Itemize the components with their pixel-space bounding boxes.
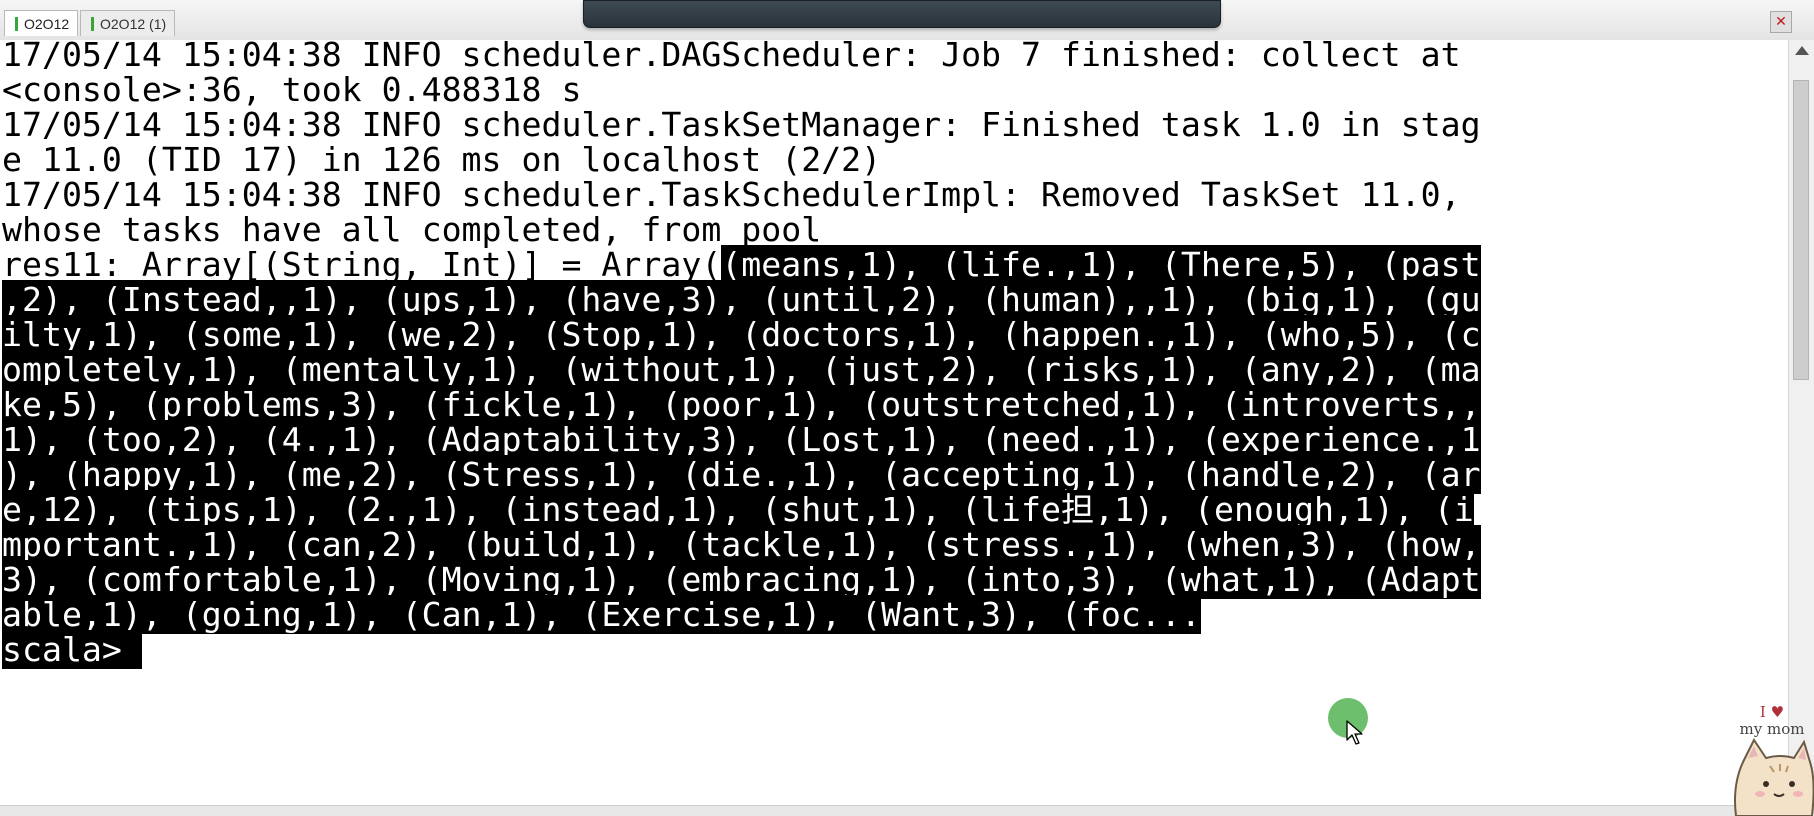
selected-text: (means,1), (life.,1), (There,5), (past (721, 245, 1481, 284)
tab-o2o12[interactable]: O2O12 (4, 10, 79, 36)
selected-text: ,2), (Instead,,1), (ups,1), (have,3), (u… (2, 280, 1481, 319)
terminal-line: <console>:36, took 0.488318 s (2, 71, 581, 109)
selected-text: mportant.,1), (can,2), (build,1), (tackl… (2, 525, 1481, 564)
line-text: 17/05/14 15:04:38 INFO scheduler.TaskSet… (2, 105, 1481, 144)
result-prefix: res11: Array[(String, Int)] = Array( (2, 245, 722, 284)
terminal-line: e 11.0 (TID 17) in 126 ms on localhost (… (2, 141, 881, 179)
terminal-line: res11: Array[(String, Int)] = Array((mea… (2, 245, 1481, 284)
terminal-window: O2O12 O2O12 (1) ✕ 17/05/14 15:04:38 INFO… (0, 0, 1814, 816)
line-text: 17/05/14 15:04:38 INFO scheduler.DAGSche… (2, 40, 1461, 74)
terminal-line: ompletely,1), (mentally,1), (without,1),… (2, 350, 1481, 389)
tab-label: O2O12 (1) (100, 15, 167, 32)
selected-text: ), (happy,1), (me,2), (Stress,1), (die.,… (2, 455, 1481, 494)
selected-text: ompletely,1), (mentally,1), (without,1),… (2, 350, 1481, 389)
mouse-pointer-icon (1346, 720, 1363, 745)
selected-text: ke,5), (problems,3), (fickle,1), (poor,1… (2, 385, 1481, 424)
terminal-line: 17/05/14 15:04:38 INFO scheduler.DAGSche… (2, 40, 1461, 74)
tab-marker (91, 16, 94, 31)
scroll-thumb[interactable] (1793, 80, 1809, 380)
terminal-line: whose tasks have all completed, from poo… (2, 211, 821, 249)
line-text: 17/05/14 15:04:38 INFO scheduler.TaskSch… (2, 175, 1461, 214)
terminal-line: ilty,1), (some,1), (we,2), (Stop,1), (do… (2, 315, 1481, 354)
line-text: e 11.0 (TID 17) in 126 ms on localhost (… (2, 140, 882, 179)
tab-label: O2O12 (24, 15, 70, 32)
vertical-scrollbar[interactable] (1788, 40, 1814, 806)
selected-text: scala> (2, 630, 142, 669)
selected-text: able,1), (going,1), (Can,1), (Exercise,1… (2, 595, 1201, 634)
selected-text: ilty,1), (some,1), (we,2), (Stop,1), (do… (2, 315, 1481, 354)
terminal-line: ), (happy,1), (me,2), (Stress,1), (die.,… (2, 455, 1481, 494)
horizontal-scrollbar[interactable] (0, 805, 1814, 816)
selected-text: e,12), (tips,1), (2.,1), (instead,1), (s… (2, 490, 1474, 529)
close-icon: ✕ (1775, 14, 1787, 30)
line-text: whose tasks have all completed, from poo… (2, 210, 822, 249)
terminal-line: able,1), (going,1), (Can,1), (Exercise,1… (2, 595, 1201, 634)
terminal-output[interactable]: 17/05/14 15:04:38 INFO scheduler.DAGSche… (0, 40, 1788, 806)
line-text: <console>:36, took 0.488318 s (2, 70, 582, 109)
terminal-line: 3), (comfortable,1), (Moving,1), (embrac… (2, 560, 1481, 599)
tab-o2o12-1[interactable]: O2O12 (1) (80, 10, 176, 36)
terminal-line: 17/05/14 15:04:38 INFO scheduler.TaskSet… (2, 106, 1481, 144)
scroll-up-arrow-icon[interactable] (1795, 46, 1809, 55)
terminal-line: 1), (too,2), (4.,1), (Adaptability,3), (… (2, 420, 1481, 459)
cat-sticker-icon (1734, 738, 1814, 816)
active-tab-marker (15, 16, 18, 31)
terminal-line: 17/05/14 15:04:38 INFO scheduler.TaskSch… (2, 176, 1461, 214)
terminal-line: ,2), (Instead,,1), (ups,1), (have,3), (u… (2, 280, 1481, 319)
terminal-line: e,12), (tips,1), (2.,1), (instead,1), (s… (2, 490, 1474, 529)
selected-text: 1), (too,2), (4.,1), (Adaptability,3), (… (2, 420, 1481, 459)
terminal-line: ke,5), (problems,3), (fickle,1), (poor,1… (2, 385, 1481, 424)
terminal-line: scala> (2, 630, 142, 669)
terminal-line: mportant.,1), (can,2), (build,1), (tackl… (2, 525, 1481, 564)
close-button[interactable]: ✕ (1770, 11, 1792, 33)
selected-text: 3), (comfortable,1), (Moving,1), (embrac… (2, 560, 1481, 599)
remote-toolbar-panel[interactable] (583, 0, 1221, 28)
